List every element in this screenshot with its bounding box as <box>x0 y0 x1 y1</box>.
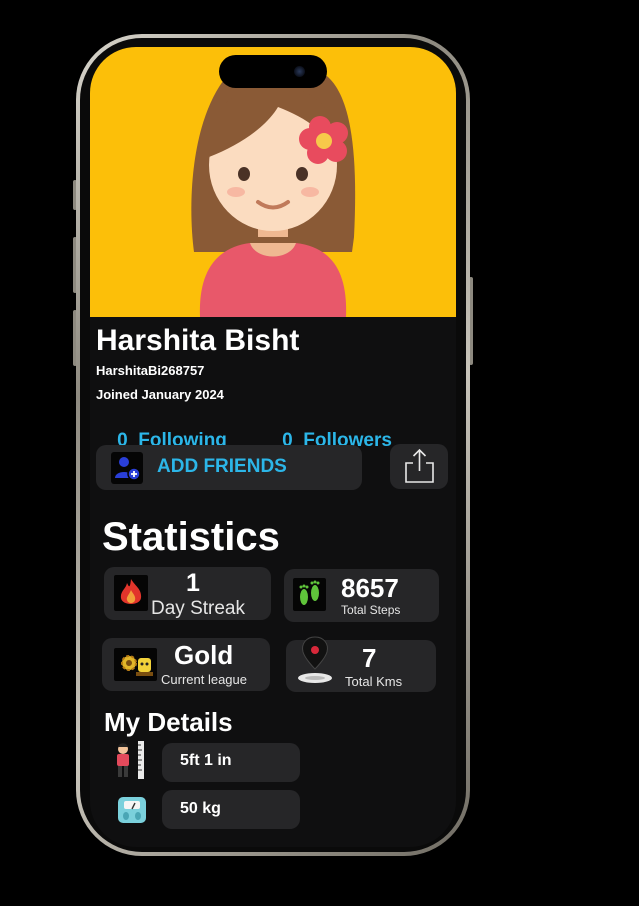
height-icon <box>110 739 148 781</box>
weight-value: 50 kg <box>180 800 221 817</box>
streak-value: 1 <box>186 569 200 597</box>
distance-label: Total Kms <box>345 674 403 689</box>
add-friends-label: ADD FRIENDS <box>157 456 287 477</box>
profile-name: Harshita Bisht <box>96 324 300 357</box>
streak-stat-card: 1 Day Streak <box>104 567 271 620</box>
league-stat-card: Gold Current league <box>102 638 270 691</box>
footsteps-icon <box>293 578 326 611</box>
my-details-heading: My Details <box>104 707 233 737</box>
share-icon <box>405 448 434 483</box>
league-label: Current league <box>161 672 247 687</box>
camera-icon <box>294 66 305 77</box>
weighing-scale-icon <box>117 796 147 824</box>
streak-label: Day Streak <box>151 598 245 619</box>
league-value: Gold <box>174 640 234 670</box>
weight-field[interactable]: 50 kg <box>162 790 300 829</box>
add-friends-button[interactable]: ADD FRIENDS <box>96 445 362 490</box>
distance-stat-card: 7 Total Kms <box>286 636 436 692</box>
statistics-heading: Statistics <box>102 515 280 559</box>
steps-value: 8657 <box>341 573 399 603</box>
league-icon <box>114 648 157 681</box>
height-field[interactable]: 5ft 1 in <box>162 743 300 782</box>
add-user-icon <box>111 452 143 484</box>
map-pin-icon <box>293 631 337 691</box>
share-button[interactable] <box>390 444 448 489</box>
distance-value: 7 <box>362 643 377 673</box>
profile-joined-date: Joined January 2024 <box>96 387 224 402</box>
dynamic-island <box>219 55 327 88</box>
steps-label: Total Steps <box>341 603 401 617</box>
steps-stat-card: 8657 Total Steps <box>284 569 439 622</box>
profile-username: HarshitaBi268757 <box>96 363 205 378</box>
profile-screen: Harshita Bisht HarshitaBi268757 Joined J… <box>90 47 456 847</box>
height-value: 5ft 1 in <box>180 752 232 769</box>
fire-icon <box>114 575 148 611</box>
